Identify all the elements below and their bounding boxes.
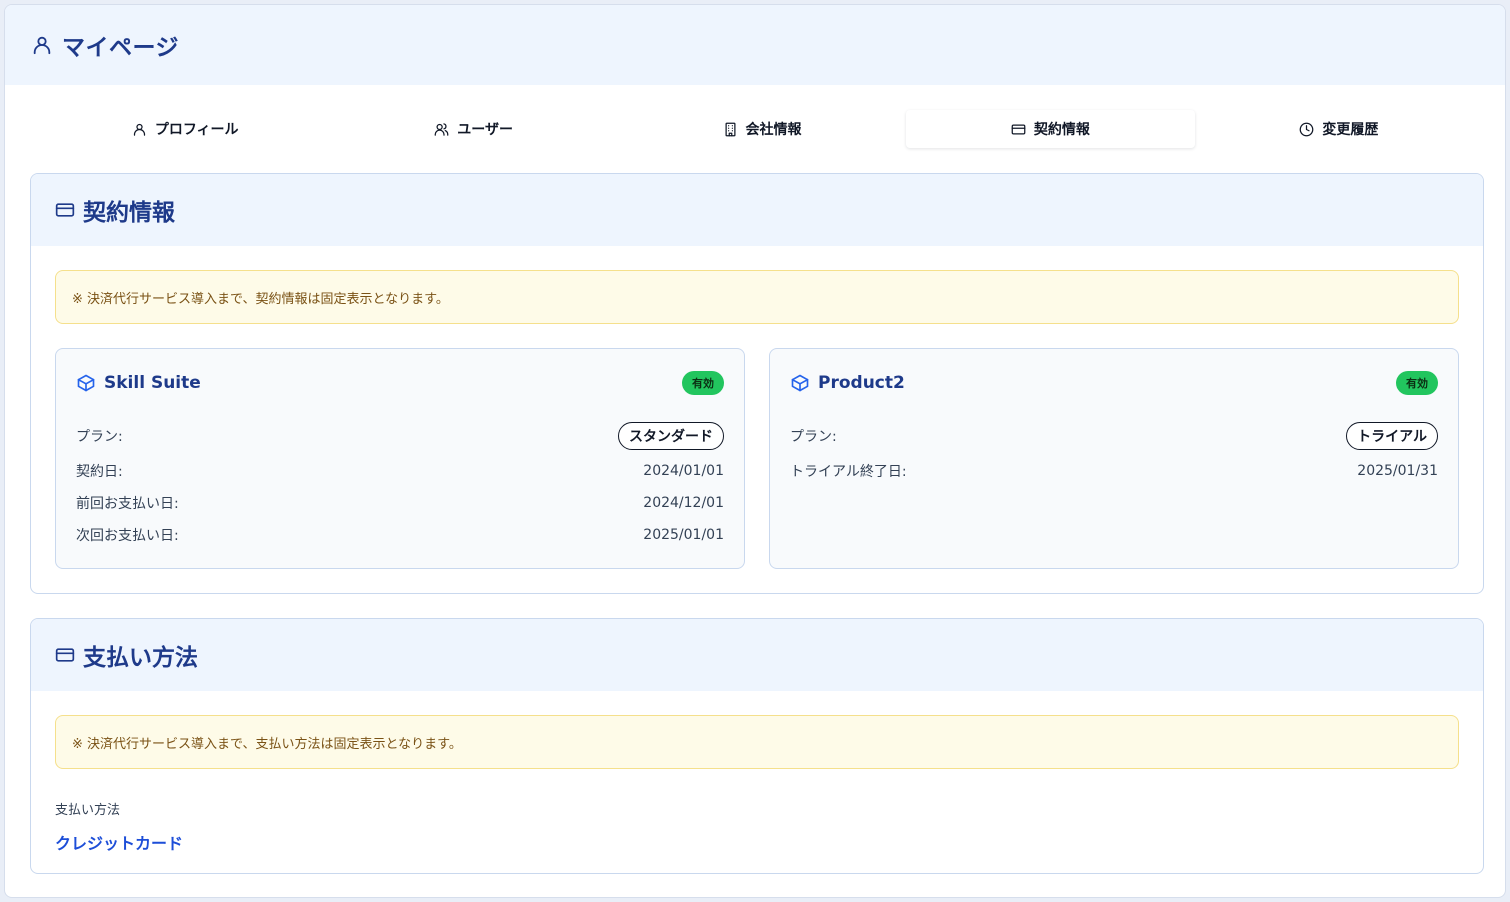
tab-label: プロフィール: [154, 122, 239, 138]
credit-card-icon: [55, 648, 75, 662]
row-label: 前回お支払い日:: [76, 496, 179, 512]
row-label: トライアル終了日:: [790, 464, 907, 480]
product-card-skill-suite: Skill Suite 有効 プラン: スタンダード 契約日: 2024/01/…: [55, 348, 745, 569]
payment-section-header: 支払い方法: [31, 619, 1483, 691]
my-page: マイページ プロフィール ユーザー 会社情報 契約情報 変更履歴 契約情報 ※ …: [4, 4, 1506, 898]
next-payment-row: 次回お支払い日: 2025/01/01: [76, 519, 724, 551]
row-label: 次回お支払い日:: [76, 528, 179, 544]
user-icon: [33, 36, 51, 55]
contract-section-title: 契約情報: [83, 200, 175, 226]
payment-notice: ※ 決済代行サービス導入まで、支払い方法は固定表示となります。: [55, 715, 1459, 769]
payment-method-label: 支払い方法: [55, 803, 121, 818]
tab-bar: プロフィール ユーザー 会社情報 契約情報 変更履歴: [41, 110, 1483, 148]
status-badge: 有効: [682, 371, 724, 395]
credit-card-icon: [1011, 124, 1026, 134]
plan-label: プラン:: [76, 429, 123, 445]
plan-row: プラン: トライアル: [790, 417, 1438, 455]
credit-card-icon: [55, 203, 75, 217]
row-value: 2024/01/01: [643, 463, 724, 479]
user-icon: [133, 123, 145, 136]
tab-users[interactable]: ユーザー: [329, 110, 617, 148]
package-icon: [791, 374, 809, 392]
last-payment-row: 前回お支払い日: 2024/12/01: [76, 487, 724, 519]
row-value: 2025/01/31: [1357, 463, 1438, 479]
product-card-product2: Product2 有効 プラン: トライアル トライアル終了日: 2025/01…: [769, 348, 1459, 569]
payment-method-value: クレジットカード: [55, 834, 184, 853]
tab-label: ユーザー: [457, 122, 513, 138]
row-value: 2025/01/01: [643, 527, 724, 543]
product-name: Product2: [818, 373, 905, 393]
contract-section-header: 契約情報: [31, 174, 1483, 246]
tab-label: 会社情報: [745, 122, 802, 138]
tab-contract-info[interactable]: 契約情報: [906, 110, 1195, 148]
plan-label: プラン:: [790, 429, 837, 445]
tab-profile[interactable]: プロフィール: [41, 110, 329, 148]
trial-end-row: トライアル終了日: 2025/01/31: [790, 455, 1438, 487]
tab-change-history[interactable]: 変更履歴: [1195, 110, 1483, 148]
row-label: 契約日:: [76, 464, 123, 480]
contract-notice: ※ 決済代行サービス導入まで、契約情報は固定表示となります。: [55, 270, 1459, 324]
plan-badge: トライアル: [1346, 422, 1438, 450]
contract-date-row: 契約日: 2024/01/01: [76, 455, 724, 487]
page-title: マイページ: [62, 35, 180, 61]
payment-section: 支払い方法 ※ 決済代行サービス導入まで、支払い方法は固定表示となります。 支払…: [30, 618, 1484, 874]
tab-company-info[interactable]: 会社情報: [618, 110, 906, 148]
tab-label: 変更履歴: [1322, 122, 1379, 138]
users-icon: [434, 122, 449, 136]
plan-badge: スタンダード: [618, 422, 724, 450]
contract-section: 契約情報 ※ 決済代行サービス導入まで、契約情報は固定表示となります。 Skil…: [30, 173, 1484, 594]
status-badge: 有効: [1396, 371, 1438, 395]
product-cards: Skill Suite 有効 プラン: スタンダード 契約日: 2024/01/…: [55, 348, 1459, 569]
page-header: マイページ: [5, 5, 1505, 85]
payment-section-title: 支払い方法: [83, 645, 198, 671]
row-value: 2024/12/01: [643, 495, 724, 511]
building-icon: [725, 122, 736, 136]
plan-row: プラン: スタンダード: [76, 417, 724, 455]
tab-label: 契約情報: [1033, 122, 1090, 138]
product-name: Skill Suite: [104, 373, 201, 393]
clock-icon: [1299, 122, 1314, 136]
package-icon: [77, 374, 95, 392]
